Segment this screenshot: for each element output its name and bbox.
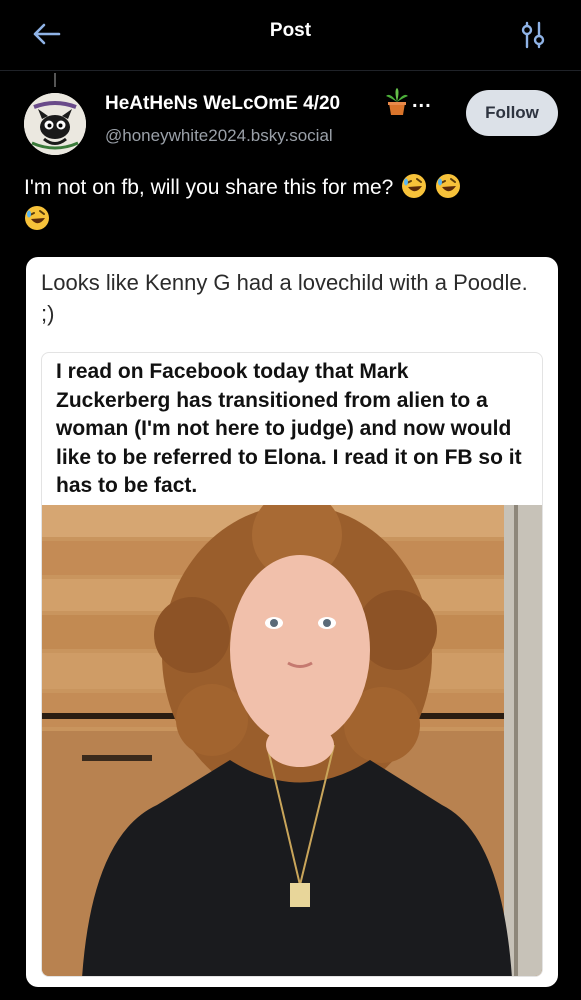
sliders-icon <box>521 21 545 49</box>
rolling-on-floor-laughing-emoji <box>25 206 49 230</box>
post-body: I'm not on fb, will you share this for m… <box>24 172 544 236</box>
rolling-on-floor-laughing-emoji <box>436 174 461 198</box>
post-text: I'm not on fb, will you share this for m… <box>24 176 394 199</box>
author-display-name[interactable]: HeAtHeNs WeLcOmE 4/20 <box>105 93 340 115</box>
follow-button[interactable]: Follow <box>466 90 558 136</box>
arrow-left-icon <box>33 23 61 45</box>
author-handle[interactable]: @honeywhite2024.bsky.social <box>105 126 333 146</box>
top-bar: Post <box>0 0 581 70</box>
thread-connector-line <box>54 73 56 87</box>
back-button[interactable] <box>26 18 66 50</box>
cartoon-cat-avatar <box>24 93 86 155</box>
header-divider <box>0 70 581 71</box>
rolling-on-floor-laughing-emoji <box>402 174 427 198</box>
inner-screenshot-card: I read on Facebook today that Mark Zucke… <box>41 352 543 977</box>
more-options-button[interactable]: ... <box>412 90 432 113</box>
page-title: Post <box>269 20 312 41</box>
avatar[interactable] <box>24 93 86 155</box>
thread-settings-button[interactable] <box>515 18 551 52</box>
portrait-photo <box>42 505 542 976</box>
inner-card-text: I read on Facebook today that Mark Zucke… <box>56 360 522 497</box>
embedded-image[interactable]: Looks like Kenny G had a lovechild with … <box>26 257 558 987</box>
potted-plant-emoji <box>386 88 408 115</box>
embed-caption: Looks like Kenny G had a lovechild with … <box>41 270 528 326</box>
